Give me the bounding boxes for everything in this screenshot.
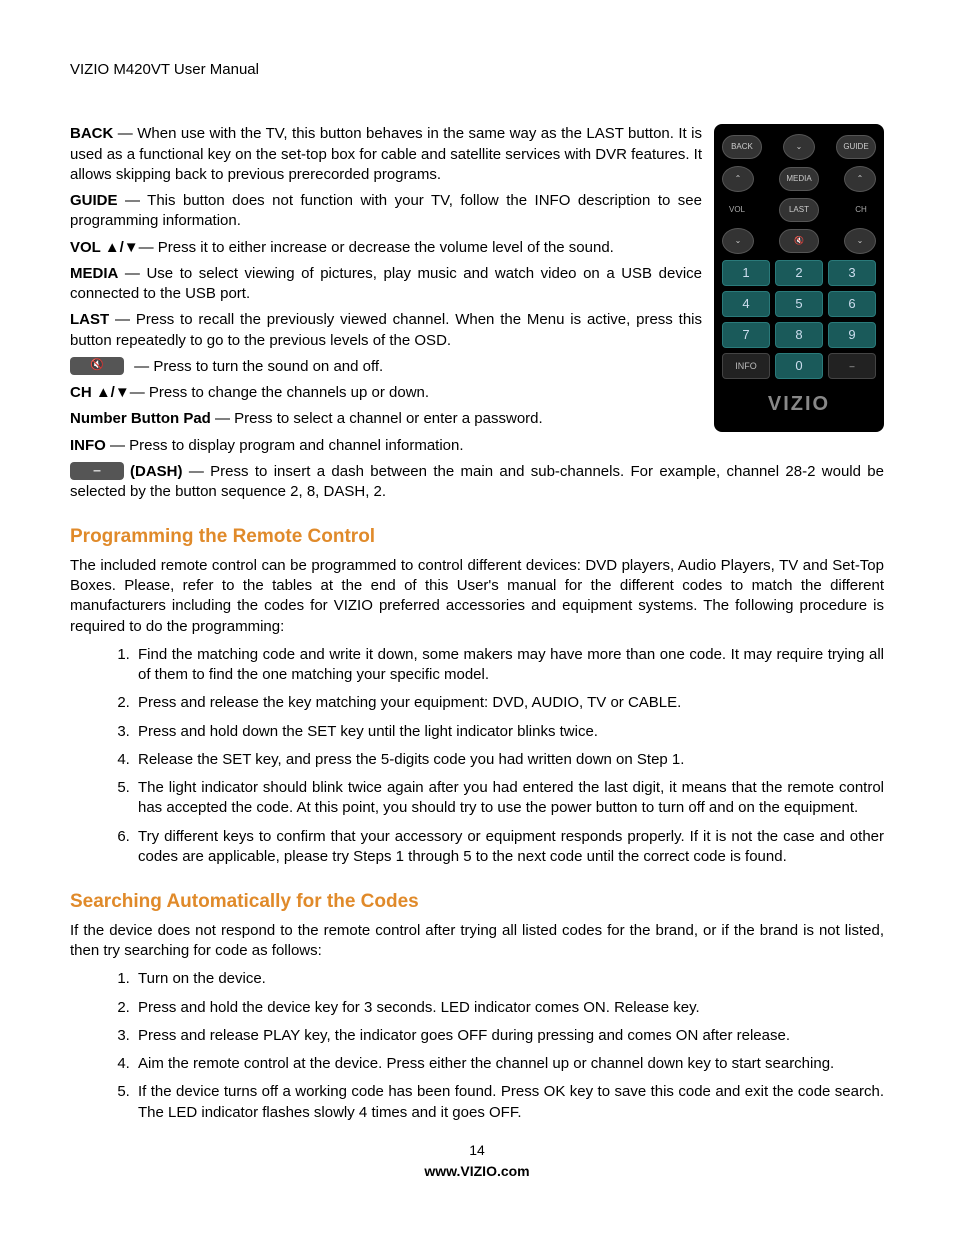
section-programming-title: Programming the Remote Control — [70, 524, 884, 550]
remote-key-5: 5 — [775, 291, 823, 317]
def-media-key: MEDIA — [70, 265, 118, 282]
remote-mute-icon: 🔇 — [779, 229, 819, 253]
remote-ch-down-icon: ⌄ — [844, 228, 876, 254]
prog-step-1: Find the matching code and write it down… — [134, 645, 884, 686]
search-step-5: If the device turns off a working code h… — [134, 1082, 884, 1123]
def-mute-text: — Press to turn the sound on and off. — [130, 358, 383, 375]
remote-key-7: 7 — [722, 322, 770, 348]
prog-step-2: Press and release the key matching your … — [134, 693, 884, 713]
def-last-key: LAST — [70, 311, 109, 328]
remote-key-0: 0 — [775, 353, 823, 379]
prog-step-5: The light indicator should blink twice a… — [134, 778, 884, 819]
remote-logo: VIZIO — [722, 391, 876, 418]
def-media-text: — Use to select viewing of pictures, pla… — [70, 265, 702, 302]
dash-button-icon — [70, 462, 124, 480]
section-searching-title: Searching Automatically for the Codes — [70, 889, 884, 915]
def-info-text: — Press to display program and channel i… — [106, 437, 464, 454]
def-guide-key: GUIDE — [70, 192, 118, 209]
remote-back-button: BACK — [722, 135, 762, 159]
remote-dash-button: – — [828, 353, 876, 379]
remote-ch-up-icon: ⌃ — [844, 166, 876, 192]
page-footer: 14 www.VIZIO.com — [70, 1141, 884, 1181]
remote-last-button: LAST — [779, 198, 819, 222]
section-programming-steps: Find the matching code and write it down… — [70, 645, 884, 867]
def-info: INFO — Press to display program and chan… — [70, 436, 884, 456]
remote-illustration: BACK ⌄ GUIDE ⌃ MEDIA ⌃ VOL LAST CH ⌄ 🔇 ⌄… — [714, 124, 884, 432]
def-ch-key: CH ▲/▼ — [70, 384, 130, 401]
remote-media-button: MEDIA — [779, 167, 819, 191]
remote-key-1: 1 — [722, 260, 770, 286]
prog-step-3: Press and hold down the SET key until th… — [134, 722, 884, 742]
section-searching-steps: Turn on the device. Press and hold the d… — [70, 969, 884, 1123]
def-info-key: INFO — [70, 437, 106, 454]
remote-vol-up-icon: ⌃ — [722, 166, 754, 192]
def-vol-text: — Press it to either increase or decreas… — [139, 239, 614, 256]
def-ch-text: — Press to change the channels up or dow… — [130, 384, 429, 401]
search-step-1: Turn on the device. — [134, 969, 884, 989]
remote-key-3: 3 — [828, 260, 876, 286]
page-header: VIZIO M420VT User Manual — [70, 60, 884, 80]
remote-vol-down-icon: ⌄ — [722, 228, 754, 254]
def-guide-text: — This button does not function with you… — [70, 192, 702, 229]
def-numpad-text: — Press to select a channel or enter a p… — [211, 410, 543, 427]
remote-down-icon: ⌄ — [783, 134, 815, 160]
remote-figure: BACK ⌄ GUIDE ⌃ MEDIA ⌃ VOL LAST CH ⌄ 🔇 ⌄… — [714, 124, 884, 432]
remote-vol-label: VOL — [722, 205, 752, 216]
remote-info-button: INFO — [722, 353, 770, 379]
def-dash-text: — Press to insert a dash between the mai… — [70, 463, 884, 500]
def-vol-key: VOL ▲/▼ — [70, 239, 139, 256]
section-searching-intro: If the device does not respond to the re… — [70, 921, 884, 962]
remote-key-6: 6 — [828, 291, 876, 317]
def-dash: (DASH) — Press to insert a dash between … — [70, 462, 884, 503]
search-step-2: Press and hold the device key for 3 seco… — [134, 998, 884, 1018]
def-back-key: BACK — [70, 125, 113, 142]
def-dash-key: (DASH) — [130, 463, 183, 480]
def-last-text: — Press to recall the previously viewed … — [70, 311, 702, 348]
remote-guide-button: GUIDE — [836, 135, 876, 159]
prog-step-4: Release the SET key, and press the 5-dig… — [134, 750, 884, 770]
remote-key-8: 8 — [775, 322, 823, 348]
prog-step-6: Try different keys to confirm that your … — [134, 827, 884, 868]
footer-url: www.VIZIO.com — [70, 1162, 884, 1181]
search-step-3: Press and release PLAY key, the indicato… — [134, 1026, 884, 1046]
remote-key-9: 9 — [828, 322, 876, 348]
search-step-4: Aim the remote control at the device. Pr… — [134, 1054, 884, 1074]
remote-ch-label: CH — [846, 205, 876, 216]
remote-key-2: 2 — [775, 260, 823, 286]
section-programming-intro: The included remote control can be progr… — [70, 556, 884, 637]
mute-button-icon — [70, 357, 124, 375]
def-back-text: — When use with the TV, this button beha… — [70, 125, 702, 183]
remote-keypad: 1 2 3 4 5 6 7 8 9 INFO 0 – — [722, 260, 876, 379]
remote-key-4: 4 — [722, 291, 770, 317]
page-number: 14 — [70, 1141, 884, 1160]
def-numpad-key: Number Button Pad — [70, 410, 211, 427]
